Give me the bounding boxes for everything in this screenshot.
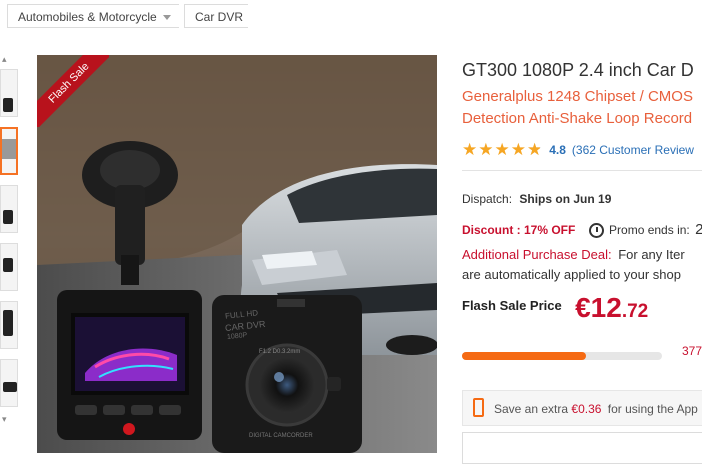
app-save-banner[interactable]: Save an extra €0.36 for using the App [462,390,702,426]
sold-progress-bar [462,352,662,360]
phone-icon [473,398,484,417]
price-integer: 12 [590,292,622,323]
additional-deal-row: Additional Purchase Deal: For any Iter [462,247,685,262]
lens-ring-text: F1.2 D0.3.2mm [259,349,301,355]
rating-score: 4.8 [549,143,566,157]
promo-ends-label: Promo ends in: [609,223,690,237]
thumbnail-item-active[interactable] [0,127,18,175]
flash-sale-price-label: Flash Sale Price [462,298,562,313]
price-currency: € [575,292,591,323]
app-save-suffix: for using the App [607,402,698,416]
divider [462,170,702,171]
breadcrumb: Automobiles & Motorcycle Car DVR [0,0,702,33]
sold-count: 377 [682,344,702,358]
additional-deal-label[interactable]: Additional Purchase Deal: [462,247,612,262]
camcorder-label: DIGITAL CAMCORDER [249,433,313,439]
product-subtitle-line2: Detection Anti-Shake Loop Record [462,110,693,127]
price-decimal: .72 [621,301,649,322]
promo-ends-value: 2 [695,221,702,238]
price-value: €12.72 [575,292,648,323]
star-rating-icon: ★★★★★ ★ [462,140,544,159]
quantity-selector[interactable] [462,432,702,464]
discount-label: Discount : 17% OFF [462,223,576,237]
product-main-image[interactable]: FULL HD CAR DVR 1080P F1.2 D0.3.2mm DIGI… [37,55,437,453]
breadcrumb-item-car-dvr[interactable]: Car DVR [184,4,248,28]
app-save-prefix: Save an extra [494,402,569,416]
thumbnail-item[interactable] [0,301,18,349]
breadcrumb-item-automobiles[interactable]: Automobiles & Motorcycle [7,4,179,28]
thumbnail-scroll-up-icon[interactable]: ▴ [2,55,8,64]
clock-icon [588,223,604,239]
thumbnail-scroll-down-icon[interactable]: ▾ [2,415,8,424]
additional-deal-text2: are automatically applied to your shop [462,267,681,282]
rating-row: ★★★★★ ★ 4.8 (362 Customer Review [462,140,694,159]
sold-progress-fill [462,352,586,360]
app-save-amount: €0.36 [571,402,602,416]
discount-row: Discount : 17% OFF Promo ends in: 2 [462,221,702,239]
dispatch-row: Dispatch: Ships on Jun 19 [462,192,611,206]
price-row: Flash Sale Price €12.72 [462,292,648,324]
dispatch-value: Ships on Jun 19 [519,192,612,206]
review-count-link[interactable]: (362 Customer Review [572,143,694,157]
breadcrumb-label: Car DVR [195,10,244,24]
additional-deal-text: For any Iter [618,247,685,262]
thumbnail-item[interactable] [0,185,18,233]
thumbnail-item[interactable] [0,359,18,407]
chevron-down-icon[interactable] [162,15,171,21]
breadcrumb-label: Automobiles & Motorcycle [18,10,157,24]
thumbnail-item[interactable] [0,243,18,291]
flash-sale-badge-label: Flash Sale [46,60,92,106]
product-title: GT300 1080P 2.4 inch Car D [462,60,694,80]
dispatch-label: Dispatch: [462,192,513,206]
flash-sale-badge: Flash Sale [37,55,109,127]
product-subtitle-line1: Generalplus 1248 Chipset / CMOS [462,88,693,105]
thumbnail-item[interactable] [0,69,18,117]
